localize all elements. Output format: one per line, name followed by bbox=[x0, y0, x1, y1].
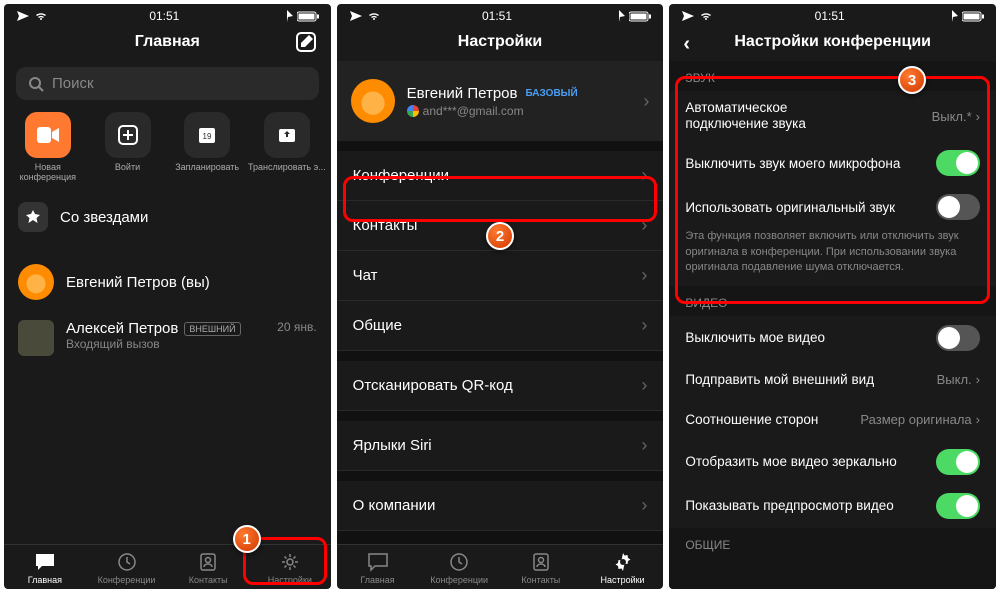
highlight-sound-section bbox=[675, 76, 990, 304]
plus-icon bbox=[118, 125, 138, 145]
menu-about[interactable]: О компании › bbox=[337, 471, 664, 531]
section-general: ОБЩИЕ bbox=[669, 528, 996, 558]
status-bar: 01:51 bbox=[669, 4, 996, 25]
marker-3: 3 bbox=[898, 66, 926, 94]
share-screen-button[interactable]: Транслировать э... bbox=[247, 112, 327, 182]
plan-badge: БАЗОВЫЙ bbox=[526, 88, 578, 99]
status-time: 01:51 bbox=[149, 9, 179, 23]
toggle-preview[interactable] bbox=[936, 493, 980, 519]
back-button[interactable]: ‹ bbox=[683, 33, 690, 56]
settings-header: Настройки bbox=[337, 25, 664, 61]
tab-home[interactable]: Главная bbox=[337, 551, 419, 585]
chevron-right-icon: › bbox=[641, 435, 647, 456]
status-bar: 01:51 bbox=[337, 4, 664, 25]
meeting-settings-header: ‹ Настройки конференции bbox=[669, 25, 996, 61]
chat-icon bbox=[34, 552, 56, 572]
chevron-right-icon: › bbox=[976, 412, 980, 427]
avatar bbox=[18, 264, 54, 300]
status-bar: 01:51 bbox=[4, 4, 331, 25]
chevron-right-icon: › bbox=[641, 375, 647, 396]
search-input[interactable]: Поиск bbox=[16, 67, 319, 100]
setting-mirror[interactable]: Отобразить мое видео зеркально bbox=[669, 440, 996, 484]
toggle-mirror[interactable] bbox=[936, 449, 980, 475]
menu-general[interactable]: Общие › bbox=[337, 301, 664, 351]
search-placeholder: Поиск bbox=[52, 75, 94, 92]
marker-1: 1 bbox=[233, 525, 261, 553]
tab-contacts[interactable]: Контакты bbox=[500, 551, 582, 585]
contacts-icon bbox=[198, 552, 218, 572]
wifi-icon bbox=[34, 10, 48, 22]
tab-home[interactable]: Главная bbox=[4, 551, 86, 585]
svg-text:19: 19 bbox=[203, 132, 212, 141]
profile-row[interactable]: Евгений Петров БАЗОВЫЙ and***@gmail.com … bbox=[337, 61, 664, 141]
tab-meetings[interactable]: Конференции bbox=[418, 551, 500, 585]
toggle-video-off[interactable] bbox=[936, 325, 980, 351]
share-icon bbox=[277, 125, 297, 145]
home-header: Главная bbox=[4, 25, 331, 61]
airplane-icon bbox=[16, 10, 30, 22]
tab-meetings[interactable]: Конференции bbox=[86, 551, 168, 585]
search-icon bbox=[28, 76, 44, 92]
page-title: Настройки bbox=[458, 33, 542, 50]
starred-row[interactable]: Со звездами bbox=[4, 192, 331, 242]
chevron-right-icon: › bbox=[641, 265, 647, 286]
screen-home: 01:51 Главная Поиск Новая конференция Во… bbox=[4, 4, 331, 589]
menu-qr[interactable]: Отсканировать QR-код › bbox=[337, 351, 664, 411]
highlight-meetings-menu bbox=[343, 176, 658, 222]
chevron-right-icon: › bbox=[641, 495, 647, 516]
new-meeting-button[interactable]: Новая конференция bbox=[8, 112, 88, 182]
schedule-button[interactable]: 19 Запланировать bbox=[167, 112, 247, 182]
external-badge: ВНЕШНИЙ bbox=[184, 322, 240, 336]
battery-icon bbox=[297, 11, 319, 22]
menu-siri[interactable]: Ярлыки Siri › bbox=[337, 411, 664, 471]
google-icon bbox=[407, 105, 419, 117]
page-title: Настройки конференции bbox=[734, 33, 931, 50]
star-icon bbox=[18, 202, 48, 232]
location-icon bbox=[281, 10, 293, 22]
menu-chat[interactable]: Чат › bbox=[337, 251, 664, 301]
page-title: Главная bbox=[135, 33, 200, 50]
setting-video-off[interactable]: Выключить мое видео bbox=[669, 316, 996, 360]
contact-row[interactable]: Алексей Петров ВНЕШНИЙ Входящий вызов 20… bbox=[4, 310, 331, 366]
quick-actions: Новая конференция Войти 19 Запланировать… bbox=[4, 110, 331, 192]
marker-2: 2 bbox=[486, 222, 514, 250]
setting-touch-up[interactable]: Подправить мой внешний вид Выкл.› bbox=[669, 360, 996, 400]
avatar bbox=[18, 320, 54, 356]
me-row[interactable]: Евгений Петров (вы) bbox=[4, 254, 331, 310]
screen-settings: 01:51 Настройки Евгений Петров БАЗОВЫЙ a… bbox=[337, 4, 664, 589]
chevron-right-icon: › bbox=[643, 91, 649, 112]
calendar-icon: 19 bbox=[197, 125, 217, 145]
tab-bar: Главная Конференции Контакты Настройки bbox=[337, 544, 664, 589]
join-button[interactable]: Войти bbox=[88, 112, 168, 182]
tab-contacts[interactable]: Контакты bbox=[167, 551, 249, 585]
chevron-right-icon: › bbox=[641, 315, 647, 336]
avatar bbox=[351, 79, 395, 123]
setting-aspect[interactable]: Соотношение сторон Размер оригинала› bbox=[669, 400, 996, 440]
chevron-right-icon: › bbox=[976, 372, 980, 387]
setting-preview[interactable]: Показывать предпросмотр видео bbox=[669, 484, 996, 528]
compose-button[interactable] bbox=[295, 31, 317, 58]
screen-meeting-settings: 01:51 ‹ Настройки конференции ЗВУК Автом… bbox=[669, 4, 996, 589]
tab-settings[interactable]: Настройки bbox=[582, 551, 664, 585]
clock-icon bbox=[117, 552, 137, 572]
video-icon bbox=[37, 127, 59, 143]
